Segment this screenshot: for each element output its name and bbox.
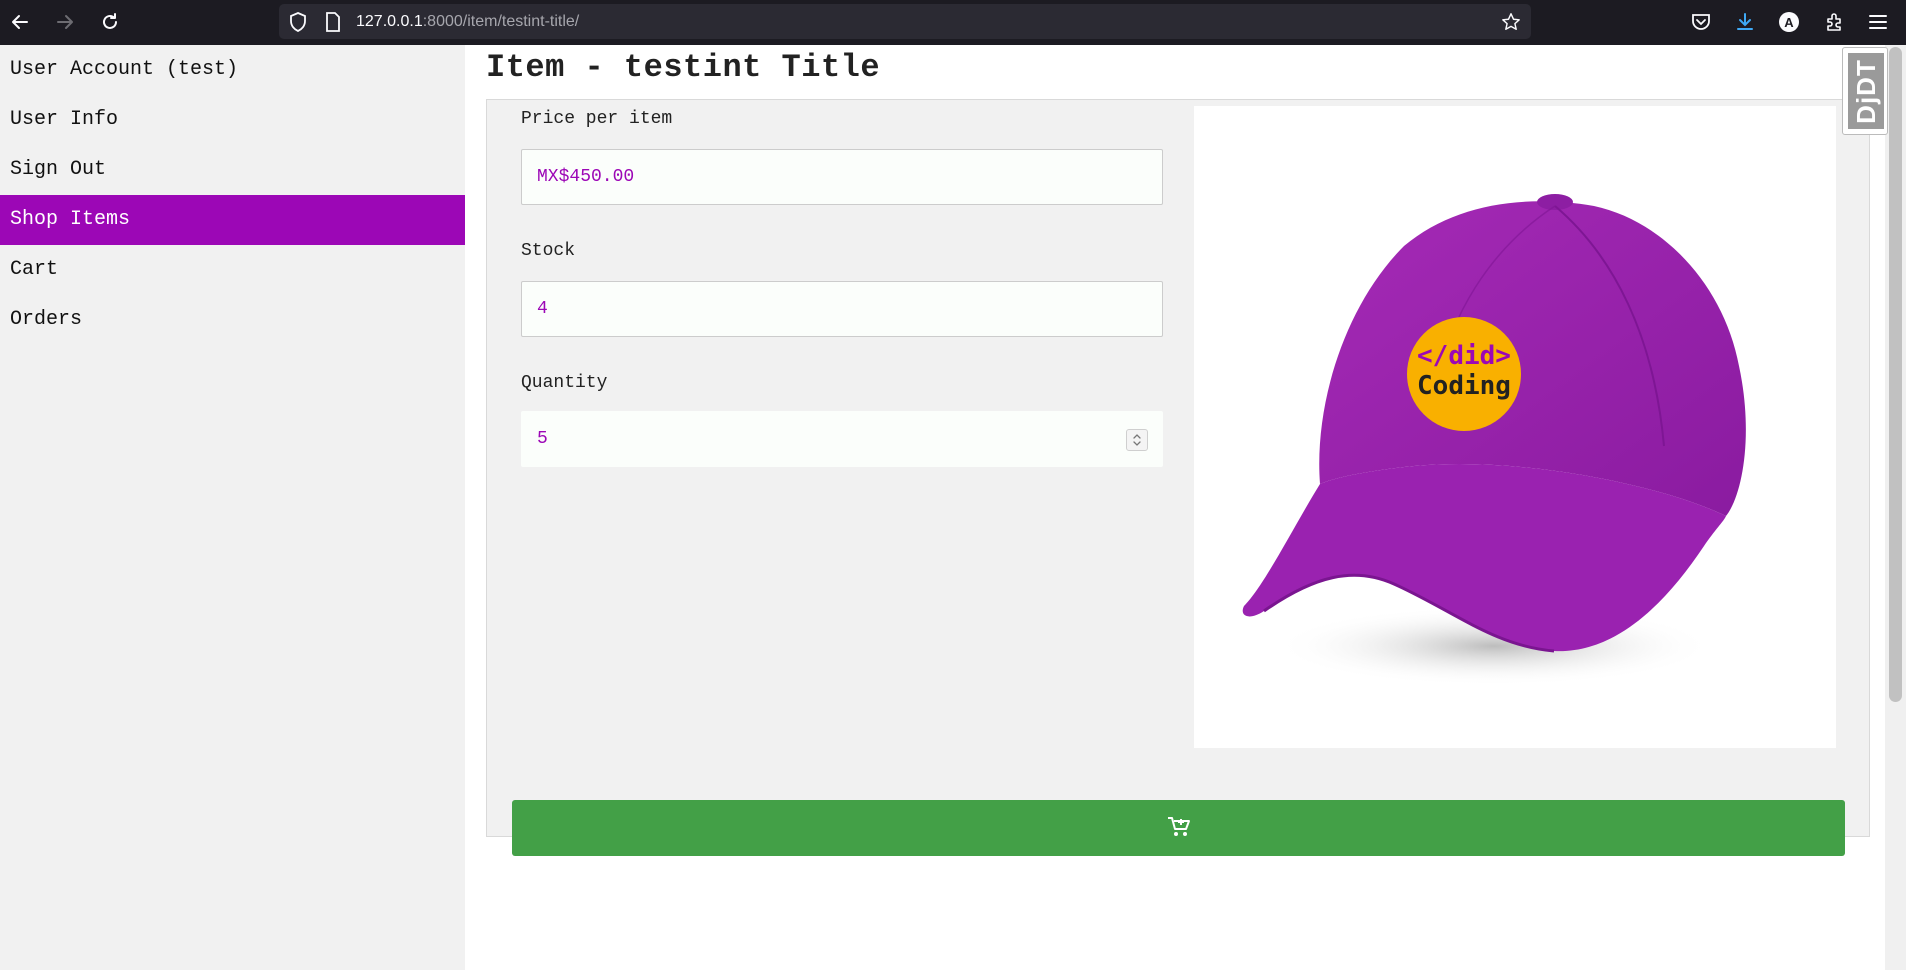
logo-line-1: </did>: [1417, 341, 1511, 371]
reload-icon[interactable]: [96, 8, 124, 36]
forward-arrow-icon[interactable]: [51, 8, 79, 36]
browser-toolbar: 127.0.0.1:8000/item/testint-title/ A: [0, 0, 1906, 45]
price-label: Price per item: [521, 109, 673, 129]
svg-text:A: A: [1784, 15, 1794, 30]
menu-icon[interactable]: [1865, 9, 1891, 35]
item-card: Price per item MX$450.00 Stock 4 Quantit…: [486, 99, 1870, 856]
djdt-label: DjDT: [1850, 58, 1881, 124]
product-image: </did> Coding: [1194, 106, 1836, 748]
sidebar-item-user-info[interactable]: User Info: [0, 95, 465, 145]
sidebar-item-user-account[interactable]: User Account (test): [0, 45, 465, 95]
vertical-scrollbar[interactable]: [1885, 45, 1906, 970]
quantity-stepper[interactable]: 5: [521, 411, 1163, 467]
quantity-value: 5: [537, 429, 548, 449]
pocket-icon[interactable]: [1688, 9, 1714, 35]
sidebar-item-cart[interactable]: Cart: [0, 245, 465, 295]
back-arrow-icon[interactable]: [6, 8, 34, 36]
page-title: Item - testint Title: [486, 49, 881, 86]
url-bar[interactable]: 127.0.0.1:8000/item/testint-title/: [279, 4, 1531, 39]
page-icon[interactable]: [323, 12, 343, 32]
download-icon[interactable]: [1732, 9, 1758, 35]
logo-line-2: Coding: [1417, 371, 1511, 401]
djdt-toolbar-handle[interactable]: DjDT: [1842, 47, 1888, 135]
cart-plus-icon: [1167, 816, 1191, 841]
shield-icon[interactable]: [288, 12, 308, 32]
url-text[interactable]: 127.0.0.1:8000/item/testint-title/: [356, 13, 579, 31]
sidebar-item-shop-items[interactable]: Shop Items: [0, 195, 465, 245]
main-content: Item - testint Title Price per item MX$4…: [465, 45, 1885, 970]
scrollbar-thumb[interactable]: [1889, 47, 1902, 702]
extensions-icon[interactable]: [1821, 9, 1847, 35]
sidebar-item-orders[interactable]: Orders: [0, 295, 465, 345]
cap-illustration: </did> Coding: [1242, 194, 1746, 686]
sidebar: User Account (test) User Info Sign Out S…: [0, 45, 465, 970]
stock-label: Stock: [521, 241, 576, 261]
add-to-cart-button[interactable]: [512, 800, 1845, 856]
quantity-label: Quantity: [521, 373, 608, 393]
stock-field[interactable]: 4: [521, 281, 1163, 337]
price-field[interactable]: MX$450.00: [521, 149, 1163, 205]
sidebar-item-sign-out[interactable]: Sign Out: [0, 145, 465, 195]
spinner-arrows-icon[interactable]: [1126, 429, 1148, 451]
bookmark-star-icon[interactable]: [1501, 12, 1521, 32]
account-avatar-icon[interactable]: A: [1776, 9, 1802, 35]
